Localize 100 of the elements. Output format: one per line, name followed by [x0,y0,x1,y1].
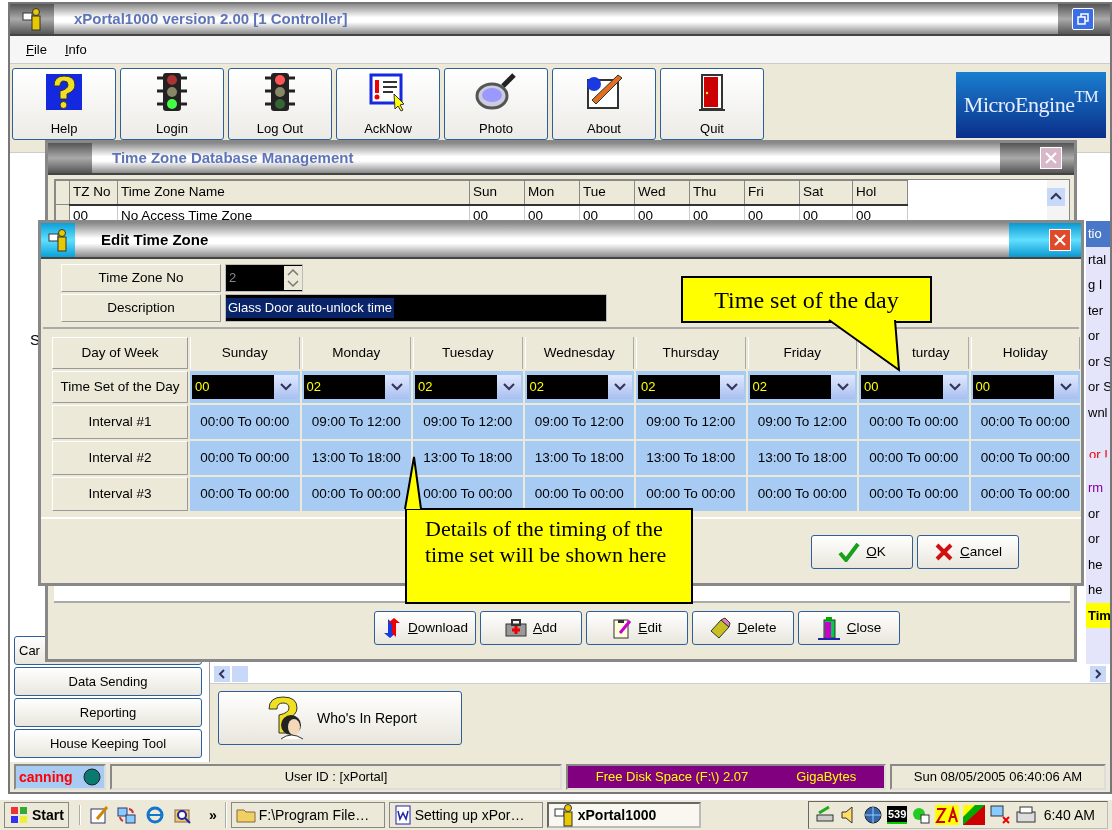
table-cell: 00:00 To 00:00 [859,441,969,475]
dropdown[interactable]: 02 [415,375,521,399]
toolbar-button[interactable]: Log Out [228,68,332,140]
more-button[interactable]: » [204,802,221,828]
toolbar-button[interactable]: AckNow [336,68,440,140]
dropdown[interactable]: 00 [972,375,1078,399]
dialog-button[interactable]: Download [374,611,476,645]
restore-button[interactable] [1072,8,1094,30]
table-cell: 00:00 To 00:00 [301,477,411,511]
globe-icon [863,805,883,825]
scroll-up-icon [1047,187,1065,206]
dialog-button[interactable]: Delete [692,611,794,645]
network-icon [815,805,835,825]
disk-space-text: Free Disk Space (F:\) 2.07 [595,768,749,787]
dropdown[interactable]: 00 [192,375,298,399]
logo: MicroEngine$^{TM}$ [956,72,1106,138]
input-field[interactable]: Glass Door auto-unlock time [225,294,607,322]
dialog-button[interactable]: OK [811,535,913,569]
menu-item[interactable]: Info [64,39,87,60]
table-cell: 09:00 To 12:00 [636,405,746,439]
menu-item[interactable]: File [26,39,47,60]
date-time-text: Sun 08/05/2005 06:40:06 AM [890,764,1106,790]
dropdown[interactable]: 00 [861,375,967,399]
chevron-down-icon [614,383,626,391]
status-text: canning [19,767,73,787]
app-icon [21,7,43,31]
text-fragment: rtal [1087,250,1108,269]
column-header: Sunday [190,337,300,369]
close-icon [1054,234,1066,246]
question-mark-icon [44,72,84,112]
dialog-button[interactable]: Edit [586,611,688,645]
table-cell: 00:00 To 00:00 [859,477,969,511]
first-aid-kit-icon [504,619,527,637]
folder-icon [235,807,256,823]
taskbar-button[interactable]: Setting up xPor… [388,802,543,828]
column-header: Sat [799,180,853,205]
dialog-button[interactable]: Cancel [917,535,1019,569]
text-fragment: he [1087,581,1104,599]
column-header: Tuesday [413,337,523,369]
chevron-down-icon [502,383,515,391]
computer-error-icon [989,805,1012,825]
grid-label: Day of Week [52,337,188,369]
dropdown[interactable]: 02 [526,375,632,399]
table-cell: 00:00 To 00:00 [970,441,1080,475]
dropdown[interactable]: 02 [638,375,744,399]
table-cell: 13:00 To 18:00 [413,441,523,475]
status-dot-icon [83,768,101,786]
table-cell: 00:00 To 00:00 [636,477,746,511]
dropdown[interactable]: 02 [303,375,409,399]
toolbar-button[interactable]: Help [12,68,116,140]
table-cell: 13:00 To 18:00 [636,441,746,475]
clipboard-pen-icon [612,617,633,639]
window-title: Time Zone Database Management [111,147,355,168]
document-icon [393,805,412,825]
scroll-left-icon [214,665,248,682]
close-icon [1045,152,1057,164]
text-fragment: or [1087,530,1101,548]
app-icon [47,228,69,252]
close-button[interactable] [1049,229,1071,251]
table-cell: 13:00 To 18:00 [524,441,634,475]
spinner-field[interactable]: 2 [225,264,303,292]
spinner-arrows-icon [284,266,302,290]
counter-icon-text[interactable]: 539 [887,805,908,825]
chevron-down-icon [279,383,292,391]
text-fragment: or [1087,327,1101,345]
nav-button[interactable]: Data Sending [14,667,202,696]
toolbar-button[interactable]: Photo [444,68,548,140]
callout-pointer [404,456,422,510]
disk-unit-text: GigaBytes [796,768,857,787]
check-mark-icon [838,542,861,562]
notepad-icon[interactable] [88,805,109,825]
certificate-pen-icon [584,72,624,112]
dialog-button[interactable]: Close [798,611,900,645]
report-button[interactable]: Who's In Report [218,691,462,745]
text-fragment: Tim [1086,602,1110,628]
table-cell: 09:00 To 12:00 [524,405,634,439]
app-icon [552,803,575,827]
globe-icon[interactable] [144,805,165,825]
dialog-button[interactable]: Add [480,611,582,645]
column-header: Hol [852,180,908,205]
sync-icon[interactable] [116,805,137,825]
nav-button[interactable]: Reporting [14,698,202,727]
nav-button[interactable]: House Keeping Tool [14,729,202,758]
column-header: Sun [469,180,525,205]
table-cell: 00:00 To 00:00 [970,405,1080,439]
start-button[interactable]: Start [4,802,69,828]
grid-label: Interval #3 [52,477,188,511]
restore-icon [1077,13,1089,25]
dropdown[interactable]: 02 [749,375,855,399]
toolbar-button[interactable]: About [552,68,656,140]
toolbar-button[interactable]: Login [120,68,224,140]
column-header: Mon [524,180,580,205]
taskbar-button[interactable]: F:\Program File… [230,802,385,828]
cross-mark-icon [934,542,954,562]
column-header: Tue [579,180,635,205]
scroll-right-icon [1090,665,1106,682]
toolbar-button[interactable]: Quit [660,68,764,140]
firewall-icon [935,805,960,825]
column-header: Thu [689,180,745,205]
taskbar-button[interactable]: xPortal1000 [546,802,701,828]
